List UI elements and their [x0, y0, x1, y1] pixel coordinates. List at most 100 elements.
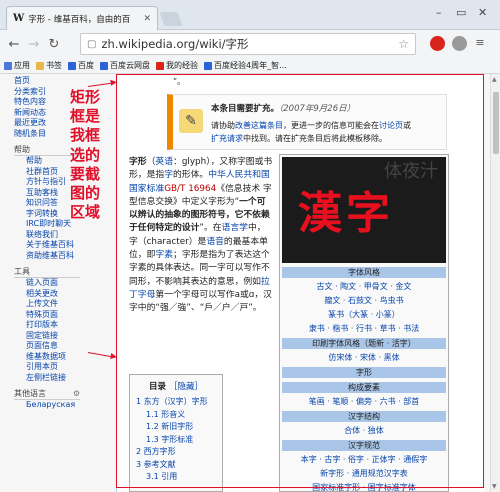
article-link[interactable]: 语言学: [222, 223, 248, 233]
infobox-row[interactable]: 新字形 · 通用规范汉字表: [282, 468, 446, 479]
toc-item[interactable]: 1.1 形音义: [136, 409, 216, 422]
baidu-icon: [68, 61, 76, 70]
infobox-row[interactable]: 篆书（大篆 · 小篆）: [282, 309, 446, 320]
annotation-text: 矩形框是我框选的要截图的区域: [70, 88, 101, 222]
sidebar-link[interactable]: 资助维基百科: [14, 251, 82, 262]
improve-article-link[interactable]: 改善这篇条目: [235, 121, 283, 130]
tab-title: 字形 - 维基百科，自由的百: [28, 14, 131, 25]
folder-icon: [36, 61, 44, 70]
maximize-icon[interactable]: ▭: [456, 6, 466, 19]
sidebar-link[interactable]: 固定链接: [14, 331, 82, 342]
apps-icon: [4, 61, 12, 70]
extension-icon[interactable]: [430, 36, 445, 51]
infobox-section-header: 汉字规范: [282, 440, 446, 451]
experience-icon: [156, 61, 164, 70]
toc-item[interactable]: 1 东方（汉字）字形: [136, 396, 216, 409]
article-link[interactable]: 字: [164, 170, 173, 180]
bookmark-apps[interactable]: 应用: [4, 60, 30, 71]
infobox-row[interactable]: 籀文 · 石鼓文 · 鸟虫书: [282, 295, 446, 306]
bookmarks-bar: 应用 书签 百度 百度云网盘 我的经验 百度经验4周年_智...: [0, 58, 500, 74]
article-link[interactable]: 语音: [206, 237, 224, 247]
toc-item[interactable]: 1.3 字形标准: [136, 434, 216, 447]
expansion-request-link[interactable]: 扩充请求: [211, 134, 243, 143]
notice-title: 本条目需要扩充。: [211, 104, 280, 114]
baidu-icon: [204, 61, 212, 70]
new-tab-button[interactable]: [159, 12, 183, 26]
languages-heading: 其他语言 ⚙: [14, 389, 80, 400]
article-text: ”。在: [199, 223, 222, 234]
infobox-section-header: 印刷字体风格（题新 · 活字）: [282, 338, 446, 349]
back-icon[interactable]: ←: [4, 37, 24, 52]
missing-link[interactable]: GB/T 16964: [164, 184, 216, 194]
minimize-icon[interactable]: –: [436, 6, 442, 19]
sidebar-link[interactable]: 上传文件: [14, 299, 82, 310]
address-bar[interactable]: ▢ zh.wikipedia.org/wiki/字形 ☆: [80, 33, 416, 55]
infobox-section-header: 汉字结构: [282, 411, 446, 422]
infobox-row[interactable]: 笔画 · 笔顺 · 偏旁 · 六书 · 部首: [282, 396, 446, 407]
toc-item[interactable]: 3 参考文献: [136, 459, 216, 472]
infobox-row[interactable]: 仿宋体 · 宋体 · 黑体: [282, 352, 446, 363]
infobox-row[interactable]: 隶书 · 楷书 · 行书 · 草书 · 书法: [282, 323, 446, 334]
article-link[interactable]: 字素: [155, 250, 173, 260]
infobox-section-header: 构成要素: [282, 382, 446, 393]
tools-heading: 工具: [14, 267, 80, 278]
bookmark-folder[interactable]: 书签: [36, 60, 62, 71]
table-of-contents: 目录 ［隐藏］ 1 东方（汉字）字形 1.1 形音义 1.2 新旧字形 1.3 字形标…: [129, 374, 223, 492]
infobox-row[interactable]: 合体 · 独体: [282, 425, 446, 436]
infobox-row[interactable]: 国家标准字形 · 国字标准字体: [282, 482, 446, 492]
scrollbar-thumb[interactable]: [493, 92, 499, 154]
lead-paragraph: 字形（英语：glyph），又称字图或书形，是指字的形体。中华人民共和国国家标准G…: [129, 156, 273, 316]
close-tab-icon[interactable]: ✕: [143, 14, 151, 24]
chinese-characters-infobox: 体夜汁 漢字 字体风格 古文 · 陶文 · 甲骨文 · 金文 籀文 · 石鼓文 · …: [279, 154, 449, 492]
toc-item[interactable]: 1.2 新旧字形: [136, 421, 216, 434]
gear-icon[interactable]: ⚙: [73, 389, 80, 399]
scroll-down-icon[interactable]: ▼: [492, 483, 497, 490]
toc-item[interactable]: 2 西方字形: [136, 446, 216, 459]
sidebar-link[interactable]: Беларуская: [14, 400, 82, 411]
extension-icon[interactable]: [452, 36, 467, 51]
sidebar-link[interactable]: 相关更改: [14, 289, 82, 300]
toc-item[interactable]: 3.1 引用: [136, 471, 216, 484]
infobox-row[interactable]: 古文 · 陶文 · 甲骨文 · 金文: [282, 281, 446, 292]
article-content: ”。 ✎ 本条目需要扩充。（2007年9月26日） 请协助改善这篇条目，更进一步…: [116, 74, 484, 492]
expand-notice-box: ✎ 本条目需要扩充。（2007年9月26日） 请协助改善这篇条目，更进一步的信息…: [167, 94, 447, 150]
toc-hide-link[interactable]: ［隐藏］: [169, 382, 203, 392]
scroll-up-icon[interactable]: ▲: [492, 76, 497, 83]
annotation-arrow: [87, 82, 116, 87]
sidebar-link[interactable]: 关于维基百科: [14, 240, 82, 251]
hanzi-image-text: 漢字: [298, 188, 394, 239]
sidebar-link[interactable]: 首页: [14, 76, 82, 87]
sidebar-link[interactable]: 页面信息: [14, 341, 82, 352]
wikipedia-favicon: W: [13, 13, 25, 24]
sidebar-link[interactable]: 链入页面: [14, 278, 82, 289]
baidu-icon: [100, 61, 108, 70]
article-body: 字形（英语：glyph），又称字图或书形，是指字的形体。中华人民共和国国家标准G…: [129, 156, 273, 316]
close-window-icon[interactable]: ✕: [478, 6, 487, 19]
sidebar-link[interactable]: 维基数据项: [14, 352, 82, 363]
url-text: zh.wikipedia.org/wiki/字形: [101, 37, 249, 51]
bookmark-baidu-cloud[interactable]: 百度云网盘: [100, 60, 150, 71]
talk-page-link[interactable]: 讨论页: [379, 121, 403, 130]
page-icon: ▢: [87, 38, 97, 50]
forward-icon[interactable]: →: [24, 37, 44, 52]
menu-icon[interactable]: ≡: [473, 36, 487, 51]
sidebar-link[interactable]: 打印版本: [14, 320, 82, 331]
bookmark-my-experience[interactable]: 我的经验: [156, 60, 198, 71]
infobox-row[interactable]: 本字 · 古字 · 俗字 · 正体字 · 通假字: [282, 454, 446, 465]
toc-title: 目录: [149, 382, 167, 392]
scrollbar[interactable]: ▲ ▼: [490, 74, 500, 492]
bookmark-baidu[interactable]: 百度: [68, 60, 94, 71]
article-text: 字形: [129, 157, 147, 167]
reload-icon[interactable]: ↻: [44, 37, 64, 52]
sidebar-link[interactable]: 联络我们: [14, 230, 82, 241]
web-page: 首页 分类索引 特色内容 新闻动态 最近更改 随机条目 帮助 帮助 社群首页 方针与指引 互助客…: [0, 74, 490, 492]
browser-tab[interactable]: W 字形 - 维基百科，自由的百 ✕: [6, 6, 158, 30]
infobox-section-header: 字形: [282, 367, 446, 378]
sidebar-link[interactable]: 左侧栏链接: [14, 373, 82, 384]
bookmark-star-icon[interactable]: ☆: [398, 37, 409, 51]
bookmark-baidu-experience[interactable]: 百度经验4周年_智...: [204, 60, 287, 71]
article-link[interactable]: 英语: [155, 157, 173, 167]
annotation-arrow: [87, 352, 116, 358]
sidebar-link[interactable]: 引用本页: [14, 362, 82, 373]
sidebar-link[interactable]: 特殊页面: [14, 310, 82, 321]
